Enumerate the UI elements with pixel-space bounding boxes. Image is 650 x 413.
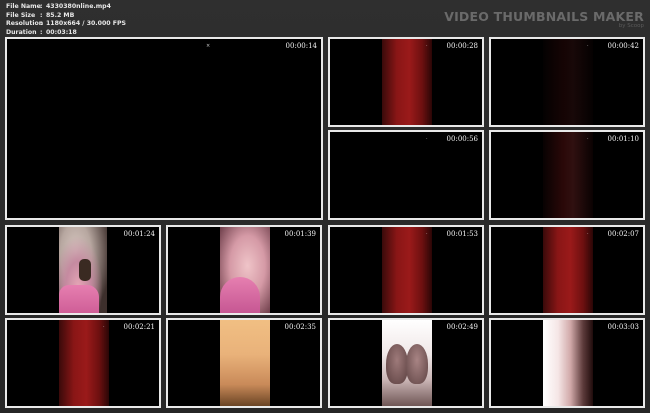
file-size-value: 85.2 MB <box>46 11 75 19</box>
thumbnail-mark: · <box>426 43 428 49</box>
thumbnail-9[interactable]: · 00:02:07 <box>489 225 645 315</box>
video-frame <box>543 227 593 313</box>
thumbnail-3[interactable]: · 00:00:42 <box>489 37 645 127</box>
thumbnail-timestamp: 00:02:21 <box>123 323 155 331</box>
thumbnail-timestamp: 00:01:10 <box>607 135 639 143</box>
thumbnail-10[interactable]: · 00:02:21 <box>5 318 161 408</box>
thumbnail-timestamp: 00:01:53 <box>446 230 478 238</box>
thumbnail-timestamp: 00:01:24 <box>123 230 155 238</box>
file-name-value: 4330380nline.mp4 <box>46 3 111 10</box>
thumbnail-4[interactable]: · 00:00:56 <box>328 130 484 220</box>
file-size-label: File Size <box>6 11 36 19</box>
thumbnail-mark: · <box>587 136 589 142</box>
file-size-row: File Size : 85.2 MB <box>6 12 126 21</box>
video-frame <box>59 320 109 406</box>
thumbnail-1[interactable]: × 00:00:14 <box>5 37 323 220</box>
thumbnail-mark: · <box>587 43 589 49</box>
resolution-value: 1180x664 / 30.000 FPS <box>46 20 126 28</box>
thumbnail-mark: · <box>587 231 589 237</box>
thumbnail-8[interactable]: · 00:01:53 <box>328 225 484 315</box>
file-info: File Name : 4330380nline.mp4 File Size :… <box>6 3 126 37</box>
resolution-row: Resolution : 1180x664 / 30.000 FPS <box>6 20 126 29</box>
brand-title: VIDEO THUMBNAILS MAKER <box>444 9 644 24</box>
thumbnail-mark: · <box>426 136 428 142</box>
file-name-label: File Name <box>6 3 41 10</box>
video-frame <box>382 320 432 406</box>
thumbnail-7[interactable]: 00:01:39 <box>166 225 322 315</box>
thumbnail-timestamp: 00:03:03 <box>607 323 639 331</box>
thumbnail-timestamp: 00:00:42 <box>607 42 639 50</box>
thumbnail-2[interactable]: · 00:00:28 <box>328 37 484 127</box>
thumbnail-mark: × <box>206 43 211 49</box>
thumbnail-mark: · <box>426 231 428 237</box>
video-frame <box>543 39 593 125</box>
resolution-label: Resolution <box>6 20 44 28</box>
video-frame <box>220 227 270 313</box>
thumbnail-mark: · <box>103 324 105 330</box>
thumbnail-11[interactable]: 00:02:35 <box>166 318 322 408</box>
thumbnail-timestamp: 00:01:39 <box>284 230 316 238</box>
thumbnail-timestamp: 00:02:35 <box>284 323 316 331</box>
video-frame <box>220 320 270 406</box>
thumbnail-6[interactable]: 00:01:24 <box>5 225 161 315</box>
thumbnail-timestamp: 00:00:14 <box>285 42 317 50</box>
thumbnail-13[interactable]: 00:03:03 <box>489 318 645 408</box>
video-frame <box>59 227 107 313</box>
video-frame <box>382 39 432 125</box>
video-frame <box>382 227 432 313</box>
video-frame <box>543 132 593 218</box>
thumbnail-12[interactable]: 00:02:49 <box>328 318 484 408</box>
thumbnail-timestamp: 00:02:49 <box>446 323 478 331</box>
thumbnail-timestamp: 00:00:56 <box>446 135 478 143</box>
video-frame <box>543 320 593 406</box>
thumbnail-5[interactable]: · 00:01:10 <box>489 130 645 220</box>
thumbnail-timestamp: 00:00:28 <box>446 42 478 50</box>
file-name-row: File Name : 4330380nline.mp4 <box>6 3 126 12</box>
thumbnail-timestamp: 00:02:07 <box>607 230 639 238</box>
brand-watermark: VIDEO THUMBNAILS MAKER by Scoop <box>444 9 644 29</box>
